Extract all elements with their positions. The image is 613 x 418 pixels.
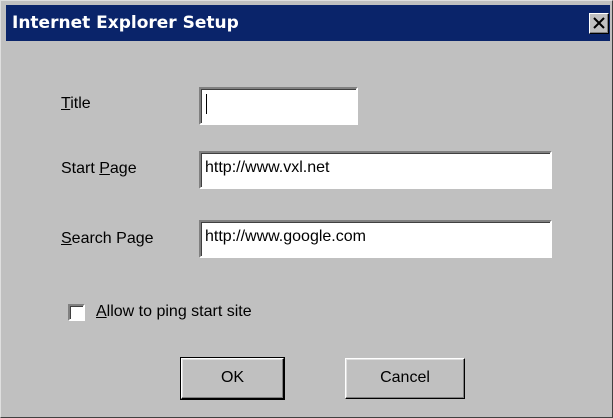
search-page-input-value: http://www.google.com	[205, 228, 366, 245]
cancel-button[interactable]: Cancel	[345, 358, 465, 399]
allow-ping-label-rest: llow to ping start site	[106, 303, 252, 320]
title-label-mnemonic: T	[61, 95, 71, 112]
search-page-label: Search Page	[61, 230, 154, 248]
setup-dialog: Internet Explorer Setup Title Start Page…	[0, 0, 613, 418]
ok-button[interactable]: OK	[180, 357, 285, 400]
start-page-input-value: http://www.vxl.net	[205, 159, 330, 176]
title-label: Title	[61, 95, 91, 113]
search-page-label-rest: earch Page	[71, 230, 154, 247]
title-input[interactable]	[199, 87, 358, 125]
allow-ping-label[interactable]: Allow to ping start site	[96, 303, 252, 321]
title-bar[interactable]: Internet Explorer Setup	[6, 5, 610, 41]
close-button[interactable]	[589, 13, 609, 34]
allow-ping-label-mnemonic: A	[96, 303, 107, 320]
start-page-label-rest: age	[109, 160, 137, 177]
start-page-label: Start Page	[61, 160, 137, 178]
allow-ping-checkbox[interactable]	[68, 304, 85, 321]
search-page-label-mnemonic: S	[61, 230, 72, 247]
start-page-input[interactable]: http://www.vxl.net	[199, 151, 552, 189]
title-label-rest: itle	[70, 95, 91, 112]
start-page-label-mnemonic: P	[99, 160, 110, 177]
window-title: Internet Explorer Setup	[12, 13, 239, 33]
text-caret	[206, 94, 207, 114]
search-page-input[interactable]: http://www.google.com	[199, 220, 552, 258]
start-page-label-prefix: Start	[61, 160, 100, 177]
close-icon	[593, 17, 605, 29]
